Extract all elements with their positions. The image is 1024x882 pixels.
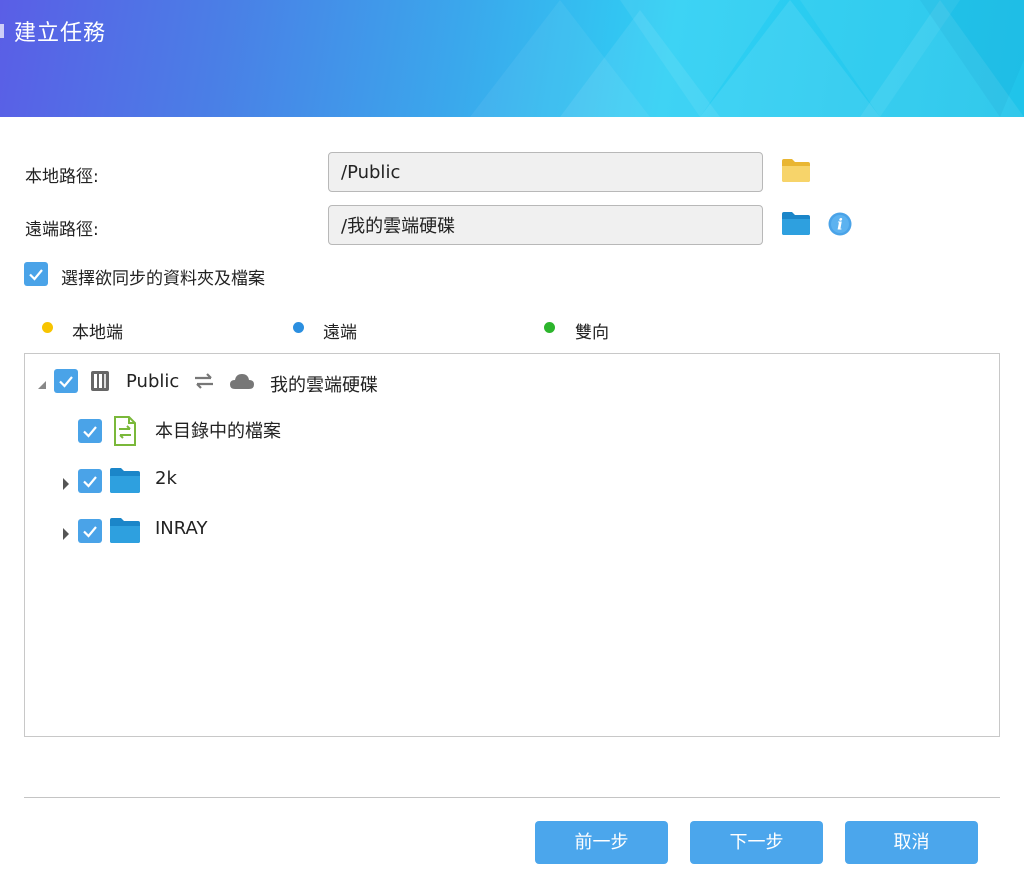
- local-path-label: 本地路徑:: [25, 167, 99, 187]
- expand-arrow-icon[interactable]: [62, 525, 70, 544]
- check-icon: [29, 269, 43, 281]
- legend-dot-bidirectional: [544, 322, 555, 333]
- legend-remote-label: 遠端: [323, 323, 357, 343]
- next-step-button[interactable]: 下一步: [690, 821, 823, 864]
- folder-icon: [109, 516, 141, 548]
- tree-item-label: INRAY: [155, 518, 208, 539]
- expand-arrow-icon[interactable]: [62, 475, 70, 494]
- check-icon: [83, 426, 97, 438]
- check-icon: [83, 526, 97, 538]
- local-path-input[interactable]: [328, 152, 763, 192]
- local-folder-icon[interactable]: [781, 157, 811, 187]
- select-sync-checkbox[interactable]: [24, 262, 48, 286]
- cancel-button[interactable]: 取消: [845, 821, 978, 864]
- check-icon: [83, 476, 97, 488]
- legend-local-label: 本地端: [72, 323, 123, 343]
- tree-root-remote-label: 我的雲端硬碟: [270, 375, 378, 396]
- back-indicator: [0, 24, 4, 38]
- select-sync-label: 選擇欲同步的資料夾及檔案: [61, 269, 265, 289]
- tree-item-checkbox[interactable]: [78, 519, 102, 543]
- svg-text:i: i: [837, 216, 843, 234]
- folder-icon: [109, 466, 141, 498]
- dialog-header: 建立任務: [0, 0, 1024, 117]
- check-icon: [59, 376, 73, 388]
- header-pattern: [470, 0, 1024, 117]
- tree-item-checkbox[interactable]: [78, 469, 102, 493]
- legend-dot-local: [42, 322, 53, 333]
- legend-dot-remote: [293, 322, 304, 333]
- file-sync-icon: [113, 415, 137, 451]
- folder-tree[interactable]: Public 我的雲端硬碟 本目錄中的檔案 2k INRAY: [24, 353, 1000, 737]
- remote-folder-icon[interactable]: [781, 210, 811, 240]
- collapse-arrow-icon[interactable]: [38, 375, 48, 394]
- dialog-title: 建立任務: [14, 21, 107, 46]
- tree-item-checkbox[interactable]: [78, 419, 102, 443]
- sync-arrows-icon: [193, 372, 215, 394]
- remote-path-input[interactable]: [328, 205, 763, 245]
- footer-divider: [24, 797, 1000, 798]
- tree-root-local-label: Public: [126, 371, 180, 392]
- legend-bidirectional-label: 雙向: [575, 323, 609, 343]
- tree-item-label: 2k: [155, 468, 177, 489]
- info-icon[interactable]: i: [828, 212, 852, 240]
- tree-item-label: 本目錄中的檔案: [155, 421, 281, 442]
- nas-icon: [90, 370, 110, 396]
- remote-path-label: 遠端路徑:: [25, 220, 99, 240]
- cloud-icon: [229, 372, 255, 394]
- prev-step-button[interactable]: 前一步: [535, 821, 668, 864]
- tree-root-checkbox[interactable]: [54, 369, 78, 393]
